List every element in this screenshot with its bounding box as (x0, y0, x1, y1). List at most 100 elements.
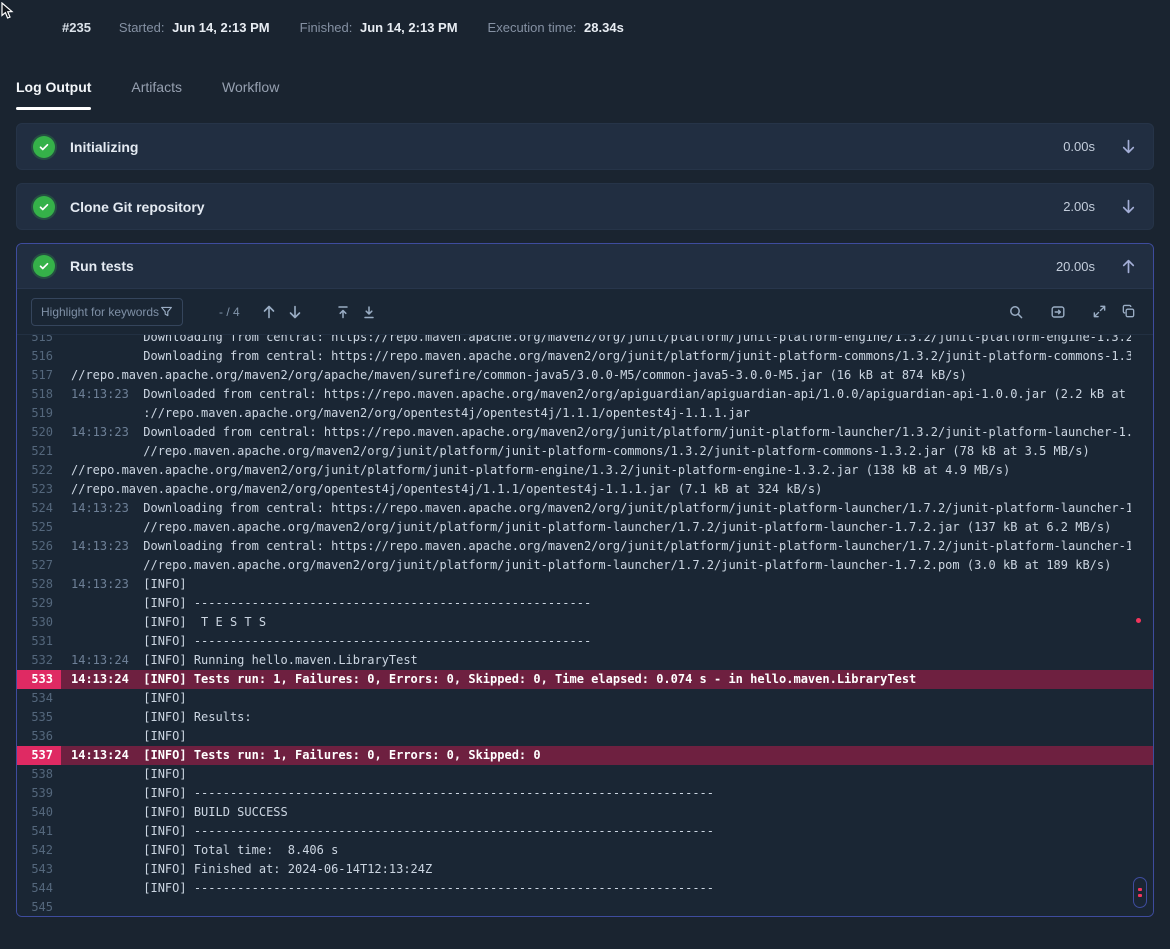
line-number[interactable]: 520 (17, 423, 61, 442)
line-number[interactable]: 521 (17, 442, 61, 461)
log-lines: 515 Downloading from central: https://re… (17, 335, 1153, 916)
step-card-clone-git: Clone Git repository 2.00s (16, 183, 1154, 230)
line-content: //repo.maven.apache.org/maven2/org/junit… (61, 442, 1131, 461)
started-label: Started: (119, 20, 165, 35)
fullscreen-button[interactable] (1089, 301, 1110, 322)
line-number[interactable]: 543 (17, 860, 61, 879)
line-content: [INFO] ---------------------------------… (61, 594, 1131, 613)
line-number[interactable]: 518 (17, 385, 61, 404)
step-duration: 0.00s (1063, 139, 1095, 154)
line-number[interactable]: 522 (17, 461, 61, 480)
wrap-lines-button[interactable] (1047, 301, 1069, 323)
line-number[interactable]: 534 (17, 689, 61, 708)
step-card-run-tests: Run tests 20.00s Highlight for keywords … (16, 243, 1154, 917)
line-number[interactable]: 531 (17, 632, 61, 651)
tab-artifacts[interactable]: Artifacts (131, 79, 182, 110)
next-match-button[interactable] (284, 301, 306, 323)
line-content: 14:13:24 [INFO] Tests run: 1, Failures: … (61, 670, 1131, 689)
scroll-to-bottom-button[interactable] (358, 301, 380, 323)
line-number[interactable]: 527 (17, 556, 61, 575)
collapse-arrow-up-icon[interactable] (1120, 258, 1137, 275)
log-line: 543 [INFO] Finished at: 2024-06-14T12:13… (17, 860, 1153, 879)
line-number[interactable]: 540 (17, 803, 61, 822)
expand-arrow-down-icon[interactable] (1120, 198, 1137, 215)
line-timestamp: 14:13:23 (71, 539, 143, 553)
highlight-keywords-input[interactable]: Highlight for keywords (31, 298, 183, 326)
line-number[interactable]: 524 (17, 499, 61, 518)
scrollbar-thumb[interactable] (1133, 877, 1147, 908)
line-content: 14:13:23 Downloading from central: https… (61, 499, 1131, 518)
copy-log-button[interactable] (1118, 301, 1139, 322)
line-number[interactable]: 538 (17, 765, 61, 784)
search-button[interactable] (1005, 301, 1027, 323)
log-line: 541 [INFO] -----------------------------… (17, 822, 1153, 841)
log-line: 540 [INFO] BUILD SUCCESS (17, 803, 1153, 822)
line-number[interactable]: 533 (17, 670, 61, 689)
log-line: 519 ://repo.maven.apache.org/maven2/org/… (17, 404, 1153, 423)
line-timestamp: 14:13:23 (71, 501, 143, 515)
step-card-initializing: Initializing 0.00s (16, 123, 1154, 170)
log-line: 516 Downloading from central: https://re… (17, 347, 1153, 366)
expand-arrow-down-icon[interactable] (1120, 138, 1137, 155)
started-meta: Started: Jun 14, 2:13 PM (119, 20, 270, 35)
step-duration: 20.00s (1056, 259, 1095, 274)
step-header-clone-git[interactable]: Clone Git repository 2.00s (17, 184, 1153, 229)
log-line: 52414:13:23 Downloading from central: ht… (17, 499, 1153, 518)
line-content: //repo.maven.apache.org/maven2/org/junit… (61, 556, 1131, 575)
line-content: [INFO] Results: (61, 708, 1131, 727)
log-line: 534 [INFO] (17, 689, 1153, 708)
tab-log-output[interactable]: Log Output (16, 79, 91, 110)
log-line: 525 //repo.maven.apache.org/maven2/org/j… (17, 518, 1153, 537)
line-number[interactable]: 528 (17, 575, 61, 594)
line-number[interactable]: 526 (17, 537, 61, 556)
log-line: 542 [INFO] Total time: 8.406 s (17, 841, 1153, 860)
tab-workflow[interactable]: Workflow (222, 79, 279, 110)
line-number[interactable]: 541 (17, 822, 61, 841)
line-number[interactable]: 544 (17, 879, 61, 898)
log-line: 536 [INFO] (17, 727, 1153, 746)
line-number[interactable]: 535 (17, 708, 61, 727)
line-timestamp: 14:13:23 (71, 387, 143, 401)
build-number: #235 (62, 20, 91, 35)
highlight-keywords-placeholder: Highlight for keywords (41, 305, 159, 319)
log-line: 545 (17, 898, 1153, 916)
line-number[interactable]: 537 (17, 746, 61, 765)
line-number[interactable]: 523 (17, 480, 61, 499)
line-content: //repo.maven.apache.org/maven2/org/junit… (61, 518, 1131, 537)
finished-value: Jun 14, 2:13 PM (360, 20, 458, 35)
log-line: 539 [INFO] -----------------------------… (17, 784, 1153, 803)
tab-bar: Log Output Artifacts Workflow (0, 79, 1170, 110)
line-number[interactable]: 525 (17, 518, 61, 537)
step-header-initializing[interactable]: Initializing 0.00s (17, 124, 1153, 169)
line-number[interactable]: 530 (17, 613, 61, 632)
log-line: 531 [INFO] -----------------------------… (17, 632, 1153, 651)
line-number[interactable]: 545 (17, 898, 61, 916)
line-content: 14:13:23 Downloading from central: https… (61, 537, 1131, 556)
log-line: 52614:13:23 Downloading from central: ht… (17, 537, 1153, 556)
line-number[interactable]: 542 (17, 841, 61, 860)
log-line: 529 [INFO] -----------------------------… (17, 594, 1153, 613)
line-number[interactable]: 539 (17, 784, 61, 803)
line-content: [INFO] (61, 727, 1131, 746)
step-title: Initializing (70, 139, 138, 155)
line-number[interactable]: 515 (17, 335, 61, 347)
prev-match-button[interactable] (258, 301, 280, 323)
started-value: Jun 14, 2:13 PM (172, 20, 270, 35)
success-check-icon (33, 196, 55, 218)
match-marker-dot (1136, 618, 1141, 623)
step-header-run-tests[interactable]: Run tests 20.00s (17, 244, 1153, 289)
line-number[interactable]: 532 (17, 651, 61, 670)
line-number[interactable]: 517 (17, 366, 61, 385)
line-content: 14:13:23 [INFO] (61, 575, 1131, 594)
match-counter: - / 4 (219, 305, 240, 319)
execution-time-meta: Execution time: 28.34s (488, 20, 624, 35)
log-line: 530 [INFO] T E S T S (17, 613, 1153, 632)
scroll-to-top-button[interactable] (332, 301, 354, 323)
line-number[interactable]: 529 (17, 594, 61, 613)
execution-time-label: Execution time: (488, 20, 577, 35)
line-number[interactable]: 536 (17, 727, 61, 746)
finished-meta: Finished: Jun 14, 2:13 PM (300, 20, 458, 35)
line-number[interactable]: 519 (17, 404, 61, 423)
mouse-cursor-icon (1, 2, 15, 20)
line-number[interactable]: 516 (17, 347, 61, 366)
